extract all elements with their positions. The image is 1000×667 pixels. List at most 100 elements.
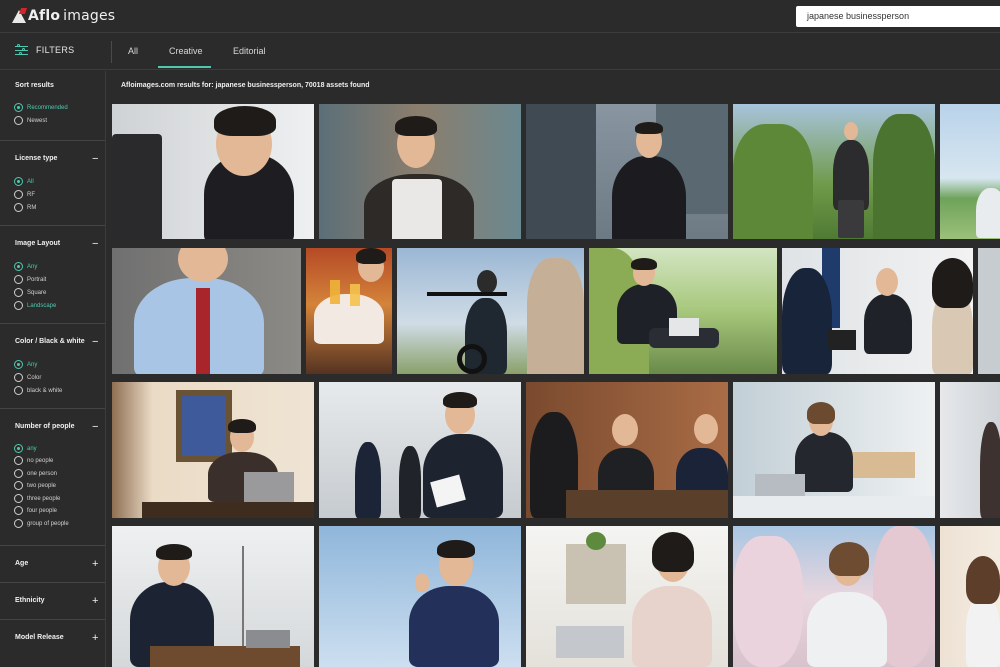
photo-thumbnail[interactable] [733, 382, 935, 518]
radio-icon [14, 481, 23, 490]
photo-thumbnail[interactable] [940, 526, 1000, 667]
photo-thumbnail[interactable] [306, 248, 392, 374]
photo-thumbnail[interactable] [782, 248, 973, 374]
sort-title: Sort results [15, 82, 54, 89]
tab-all[interactable]: All [128, 46, 138, 56]
layout-option-square[interactable]: Square [14, 288, 46, 297]
collapse-icon[interactable]: − [92, 154, 98, 165]
people-option-group[interactable]: group of people [14, 519, 69, 528]
photo-thumbnail[interactable] [940, 382, 1000, 518]
radio-icon [14, 275, 23, 284]
radio-icon [14, 519, 23, 528]
sliders-icon [15, 44, 28, 56]
people-option-four[interactable]: four people [14, 506, 57, 515]
radio-icon [14, 103, 23, 112]
expand-icon[interactable]: + [92, 596, 98, 607]
radio-icon [14, 506, 23, 515]
aflo-logo[interactable]: Aflo images [12, 6, 115, 26]
photo-thumbnail[interactable] [526, 382, 728, 518]
ethnicity-section[interactable]: Ethnicity + [0, 583, 105, 620]
photo-thumbnail[interactable] [526, 104, 728, 239]
photo-thumbnail[interactable] [589, 248, 777, 374]
color-option-color[interactable]: Color [14, 373, 41, 382]
photo-thumbnail[interactable] [112, 248, 301, 374]
age-section[interactable]: Age + [0, 546, 105, 583]
license-option-rf[interactable]: RF [14, 190, 35, 199]
people-option-three[interactable]: three people [14, 494, 60, 503]
active-tab-indicator [158, 66, 211, 68]
people-option-none[interactable]: no people [14, 456, 53, 465]
collapse-icon[interactable]: − [92, 422, 98, 433]
radio-icon [14, 262, 23, 271]
tab-editorial[interactable]: Editorial [233, 46, 266, 56]
filter-tab-bar: FILTERS All Creative Editorial [0, 33, 1000, 70]
photo-thumbnail[interactable] [112, 382, 314, 518]
color-title: Color / Black & white [15, 338, 85, 345]
top-bar: Aflo images japanese businessperson [0, 0, 1000, 33]
color-option-bw[interactable]: black & white [14, 386, 62, 395]
radio-icon [14, 494, 23, 503]
model-release-section[interactable]: Model Release + [0, 620, 105, 657]
results-summary: Afloimages.com results for: japanese bus… [121, 82, 370, 89]
people-option-two[interactable]: two people [14, 481, 56, 490]
layout-section: Image Layout − Any Portrait Square Lands… [0, 226, 105, 324]
people-option-any[interactable]: any [14, 444, 37, 453]
layout-option-portrait[interactable]: Portrait [14, 275, 46, 284]
photo-thumbnail[interactable] [319, 382, 521, 518]
radio-icon [14, 373, 23, 382]
radio-icon [14, 116, 23, 125]
logo-text-images: images [63, 8, 116, 24]
sort-option-newest[interactable]: Newest [14, 116, 47, 125]
radio-icon [14, 301, 23, 310]
radio-icon [14, 288, 23, 297]
nav-divider [111, 41, 112, 63]
radio-icon [14, 456, 23, 465]
radio-icon [14, 360, 23, 369]
layout-option-any[interactable]: Any [14, 262, 37, 271]
aflo-logo-mark-icon [12, 8, 26, 24]
color-section: Color / Black & white − Any Color black … [0, 324, 105, 409]
license-option-rm[interactable]: RM [14, 203, 36, 212]
age-title: Age [15, 560, 29, 567]
logo-text: Aflo [28, 8, 61, 24]
filters-label: FILTERS [36, 45, 75, 55]
people-section: Number of people − any no people one per… [0, 409, 105, 546]
layout-option-landscape[interactable]: Landscape [14, 301, 56, 310]
collapse-icon[interactable]: − [92, 337, 98, 348]
color-option-any[interactable]: Any [14, 360, 37, 369]
expand-icon[interactable]: + [92, 633, 98, 644]
radio-icon [14, 444, 23, 453]
photo-thumbnail[interactable] [319, 526, 521, 667]
license-title: License type [15, 155, 58, 162]
expand-icon[interactable]: + [92, 559, 98, 570]
image-grid [112, 104, 1000, 667]
radio-icon [14, 203, 23, 212]
photo-thumbnail[interactable] [978, 248, 1000, 374]
photo-thumbnail[interactable] [526, 526, 728, 667]
sort-option-recommended[interactable]: Recommended [14, 103, 68, 112]
radio-icon [14, 177, 23, 186]
radio-icon [14, 469, 23, 478]
radio-icon [14, 386, 23, 395]
filters-button[interactable]: FILTERS [15, 44, 74, 56]
license-option-all[interactable]: All [14, 177, 34, 186]
people-title: Number of people [15, 423, 75, 430]
photo-thumbnail[interactable] [319, 104, 521, 239]
radio-icon [14, 190, 23, 199]
photo-thumbnail[interactable] [397, 248, 584, 374]
people-option-one[interactable]: one person [14, 469, 57, 478]
photo-thumbnail[interactable] [733, 526, 935, 667]
photo-thumbnail[interactable] [112, 104, 314, 239]
sort-section: Sort results Recommended Newest [0, 71, 105, 141]
photo-thumbnail[interactable] [940, 104, 1000, 239]
search-input[interactable]: japanese businessperson [796, 6, 1000, 27]
layout-title: Image Layout [15, 240, 61, 247]
license-section: License type − All RF RM [0, 141, 105, 226]
model-release-title: Model Release [15, 634, 64, 641]
tab-creative[interactable]: Creative [169, 46, 203, 56]
collapse-icon[interactable]: − [92, 239, 98, 250]
photo-thumbnail[interactable] [733, 104, 935, 239]
photo-thumbnail[interactable] [112, 526, 314, 667]
filter-sidebar: Sort results Recommended Newest License … [0, 71, 106, 667]
ethnicity-title: Ethnicity [15, 597, 45, 604]
